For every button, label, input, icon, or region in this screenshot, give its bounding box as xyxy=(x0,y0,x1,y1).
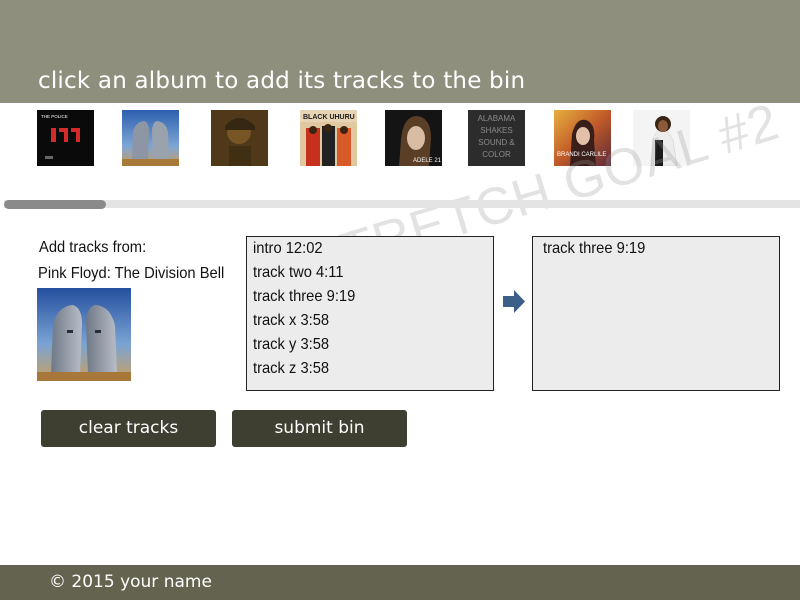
track-item[interactable]: intro 12:02 xyxy=(253,239,474,263)
album-thumbnail-police[interactable]: THE POLICE xyxy=(37,110,94,166)
svg-text:SHAKES: SHAKES xyxy=(480,126,512,135)
album-thumbnail-division-bell[interactable] xyxy=(122,110,179,166)
album-4-label: BLACK UHURU xyxy=(303,114,355,121)
album-1-label: THE POLICE xyxy=(41,114,68,119)
copyright-text: © 2015 your name xyxy=(49,572,212,592)
album-thumbnail-8[interactable] xyxy=(633,110,690,166)
svg-text:ALABAMA: ALABAMA xyxy=(478,114,516,123)
track-item[interactable]: track three 9:19 xyxy=(253,287,474,311)
header-bar: click an album to add its tracks to the … xyxy=(0,0,800,103)
album-tracklist: intro 12:02 track two 4:11 track three 9… xyxy=(246,236,494,391)
add-tracks-from-label: Add tracks from: xyxy=(39,239,147,256)
album-5-label: ADELE 21 xyxy=(413,158,442,164)
clear-tracks-button[interactable]: clear tracks xyxy=(41,410,216,447)
album-scrollbar-track[interactable] xyxy=(4,200,800,208)
album-thumbnail-3[interactable] xyxy=(211,110,268,166)
track-bin: track three 9:19 xyxy=(532,236,780,391)
track-item[interactable]: track two 4:11 xyxy=(253,263,474,287)
track-item[interactable]: track x 3:58 xyxy=(253,311,474,335)
album-scrollbar-thumb[interactable] xyxy=(4,200,106,209)
track-item[interactable]: track z 3:58 xyxy=(253,359,474,383)
footer-bar: © 2015 your name xyxy=(0,565,800,600)
album-thumbnail-adele[interactable]: ADELE 21 xyxy=(385,110,442,166)
album-thumbnail-brandi-carlile[interactable]: BRANDI CARLILE xyxy=(554,110,611,166)
selected-album-name: Pink Floyd: The Division Bell xyxy=(38,265,225,282)
selected-album-cover xyxy=(37,288,131,381)
track-item[interactable]: track y 3:58 xyxy=(253,335,474,359)
page-title: click an album to add its tracks to the … xyxy=(38,68,526,94)
submit-bin-button[interactable]: submit bin xyxy=(232,410,407,447)
bin-item[interactable]: track three 9:19 xyxy=(543,239,760,263)
album-thumbnail-alabama-shakes[interactable]: ALABAMA SHAKES SOUND & COLOR xyxy=(468,110,525,166)
svg-text:COLOR: COLOR xyxy=(482,150,511,159)
add-to-bin-arrow-icon[interactable] xyxy=(503,290,525,313)
album-thumbnail-black-uhuru[interactable]: BLACK UHURU xyxy=(300,110,357,166)
album-7-label: BRANDI CARLILE xyxy=(557,152,606,158)
svg-text:SOUND &: SOUND & xyxy=(478,138,515,147)
